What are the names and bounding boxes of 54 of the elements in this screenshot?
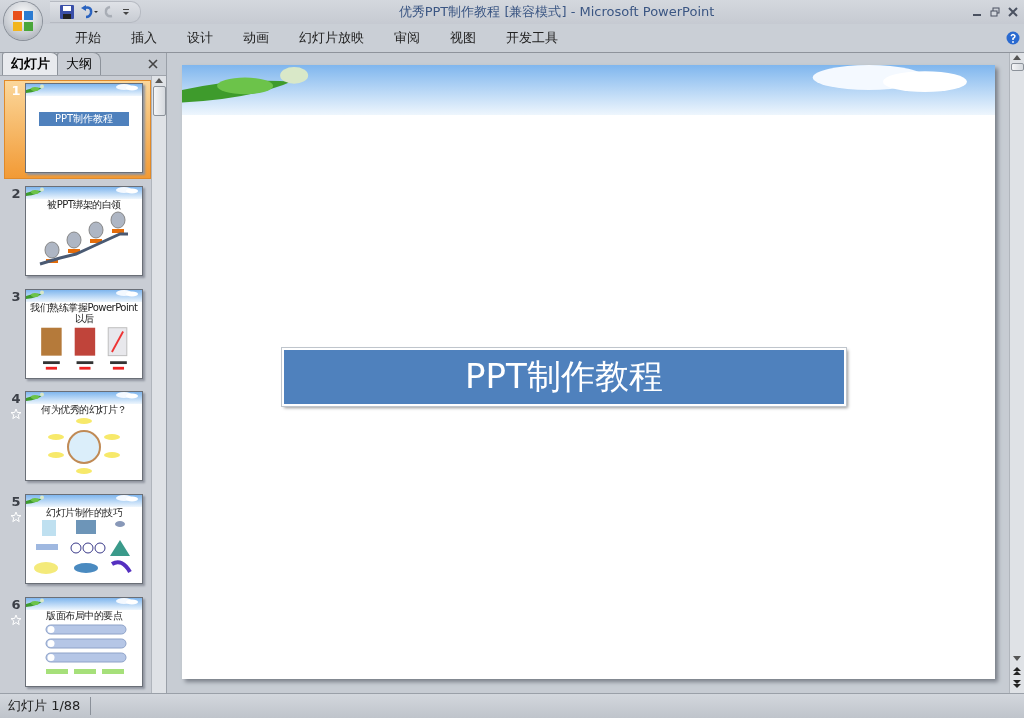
- slide-title-box: PPT制作教程: [39, 112, 129, 126]
- slide-number: 2: [11, 185, 21, 201]
- animation-star-icon: [10, 614, 22, 627]
- slide-thumbnail-row[interactable]: 1 PPT制作教程: [4, 80, 151, 179]
- slide-thumbnail[interactable]: 何为优秀的幻灯片？: [25, 391, 143, 482]
- slide-thumbnail[interactable]: 版面布局中的要点: [25, 597, 143, 688]
- pane-tab[interactable]: 幻灯片: [2, 52, 59, 75]
- slide-title: 幻灯片制作的技巧: [46, 507, 122, 519]
- slide-number: 3: [11, 288, 21, 304]
- ribbon-tab[interactable]: 审阅: [379, 29, 435, 47]
- slide-number: 6: [11, 597, 21, 613]
- slide-thumbnail[interactable]: 我们熟练掌握PowerPoint以后: [25, 288, 143, 379]
- slide-thumbnail-row[interactable]: 4 何为优秀的幻灯片？: [4, 388, 151, 488]
- ribbon-tab[interactable]: 开始: [60, 29, 116, 47]
- ribbon-tab[interactable]: 动画: [228, 29, 284, 47]
- office-logo-icon: [12, 10, 34, 32]
- slide-thumbnail[interactable]: PPT制作教程: [25, 83, 143, 173]
- window-title: 优秀PPT制作教程 [兼容模式] - Microsoft PowerPoint: [397, 3, 716, 21]
- help-icon[interactable]: [1006, 31, 1020, 45]
- next-slide-icon[interactable]: [1012, 679, 1022, 689]
- save-icon[interactable]: [60, 5, 74, 19]
- ribbon-tab[interactable]: 视图: [435, 29, 491, 47]
- animation-star-icon: [10, 511, 22, 524]
- restore-icon[interactable]: [990, 7, 1000, 17]
- ribbon-tab[interactable]: 设计: [172, 29, 228, 47]
- slide-thumbnail-row[interactable]: 5 幻灯片制作的技巧: [4, 491, 151, 591]
- animation-star-icon: [10, 408, 22, 421]
- slide-thumbnail-row[interactable]: 3 我们熟练掌握PowerPoint以后: [4, 285, 151, 385]
- scrollbar-thumb[interactable]: [1010, 63, 1024, 71]
- slide-thumbnail[interactable]: 幻灯片制作的技巧: [25, 494, 143, 585]
- undo-icon[interactable]: [80, 5, 98, 19]
- slide-title: 被PPT绑架的白领: [47, 198, 121, 210]
- scrollbar-thumb[interactable]: [152, 86, 166, 116]
- ribbon-tab[interactable]: 开发工具: [491, 29, 573, 47]
- slide-thumbnail-row[interactable]: 2 被PPT绑架的白领: [4, 182, 151, 282]
- slide-number: 4: [11, 391, 21, 407]
- previous-slide-icon[interactable]: [1012, 666, 1022, 676]
- slide-title: 我们熟练掌握PowerPoint以后: [29, 301, 139, 324]
- slide-number: 1: [11, 83, 21, 98]
- close-icon[interactable]: [148, 59, 158, 69]
- ribbon-tab[interactable]: 插入: [116, 29, 172, 47]
- ribbon-tab[interactable]: 幻灯片放映: [284, 29, 379, 47]
- pane-tab[interactable]: 大纲: [57, 52, 101, 75]
- status-text: 幻灯片 1/88: [0, 697, 92, 715]
- customize-caret-icon[interactable]: [122, 8, 130, 16]
- slide-title-box[interactable]: PPT制作教程: [282, 348, 846, 406]
- slide-thumbnail[interactable]: 被PPT绑架的白领: [25, 185, 143, 276]
- slide-title: 何为优秀的幻灯片？: [41, 404, 127, 416]
- close-icon[interactable]: [1008, 7, 1018, 17]
- slide-number: 5: [11, 494, 21, 510]
- slide-title: 版面布局中的要点: [46, 610, 122, 622]
- office-button[interactable]: [4, 2, 42, 40]
- scroll-down-icon[interactable]: [1012, 655, 1022, 663]
- slide-thumbnail-row[interactable]: 6 版面布局中的要点: [4, 594, 151, 693]
